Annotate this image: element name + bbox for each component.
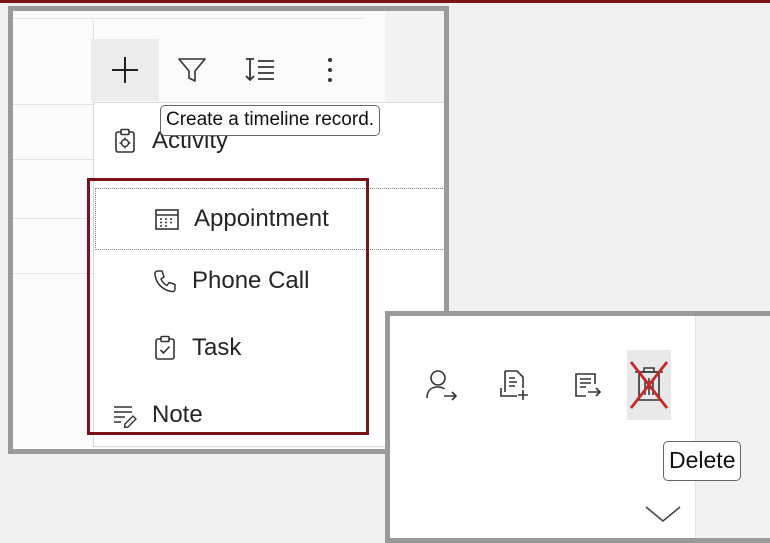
activity-icon (110, 128, 140, 154)
activity-types-highlight (87, 178, 369, 435)
timeline-panel: Activity Appointment Phone Call Task Not… (8, 6, 449, 454)
sort-button[interactable] (239, 39, 281, 101)
add-to-queue-icon (499, 368, 531, 402)
sort-icon (244, 56, 276, 84)
delete-icon (627, 358, 671, 412)
record-actions-panel: Delete (385, 311, 770, 543)
panel-side-strip (695, 316, 770, 538)
more-options-icon (325, 56, 335, 84)
filter-button[interactable] (171, 39, 213, 101)
top-accent-bar (0, 0, 770, 3)
add-button[interactable] (91, 39, 159, 101)
divider (13, 273, 93, 274)
filter-icon (177, 56, 207, 84)
add-icon (110, 55, 140, 85)
divider (13, 18, 363, 19)
open-record-icon (572, 370, 602, 400)
more-options-button[interactable] (309, 39, 351, 101)
divider (13, 218, 93, 219)
divider (13, 104, 93, 105)
assign-icon (425, 368, 459, 402)
chevron-down-icon (644, 504, 682, 524)
assign-button[interactable] (420, 350, 464, 420)
create-record-tooltip: Create a timeline record. (160, 105, 381, 136)
open-record-button[interactable] (565, 350, 609, 420)
add-to-queue-button[interactable] (493, 350, 537, 420)
delete-button[interactable] (627, 350, 671, 420)
delete-tooltip: Delete (663, 441, 742, 481)
divider (13, 159, 93, 160)
expand-button[interactable] (644, 504, 682, 524)
